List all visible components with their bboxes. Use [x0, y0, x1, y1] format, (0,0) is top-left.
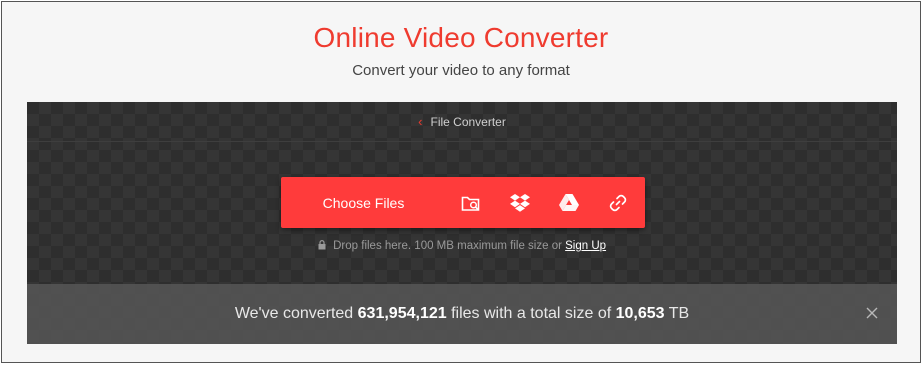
- close-icon[interactable]: [865, 306, 879, 320]
- sign-up-link[interactable]: Sign Up: [565, 240, 606, 252]
- drop-hint-text: Drop files here. 100 MB maximum file siz…: [333, 240, 562, 252]
- dropbox-icon[interactable]: [495, 177, 544, 228]
- size-unit: TB: [668, 305, 690, 322]
- stats-prefix: We've converted: [234, 305, 354, 322]
- conversion-stats-bar: We've converted 631,954,121 files with a…: [27, 284, 897, 344]
- files-count: 631,954,121: [357, 305, 447, 322]
- page-subtitle: Convert your video to any format: [352, 62, 570, 79]
- breadcrumb-file-converter[interactable]: File Converter: [430, 115, 505, 129]
- stats-text: We've converted 631,954,121 files with a…: [235, 305, 689, 323]
- converter-panel: ‹ File Converter Choose Files Drop files…: [27, 102, 897, 344]
- from-device-icon[interactable]: [446, 177, 495, 228]
- choose-files-button[interactable]: Choose Files: [281, 195, 446, 211]
- chevron-left-icon[interactable]: ‹: [418, 114, 422, 129]
- page-frame: Online Video Converter Convert your vide…: [1, 1, 921, 363]
- google-drive-icon[interactable]: [544, 177, 593, 228]
- lock-icon: [318, 240, 326, 253]
- url-link-icon[interactable]: [593, 177, 642, 228]
- stats-middle: files with a total size of: [451, 305, 612, 322]
- page-title: Online Video Converter: [313, 22, 609, 53]
- hero-header: Online Video Converter Convert your vide…: [2, 2, 920, 102]
- choose-files-bar: Choose Files: [281, 177, 645, 228]
- total-size: 10,653: [615, 305, 665, 322]
- drop-hint: Drop files here. 100 MB maximum file siz…: [27, 240, 897, 253]
- breadcrumb: ‹ File Converter: [27, 102, 897, 142]
